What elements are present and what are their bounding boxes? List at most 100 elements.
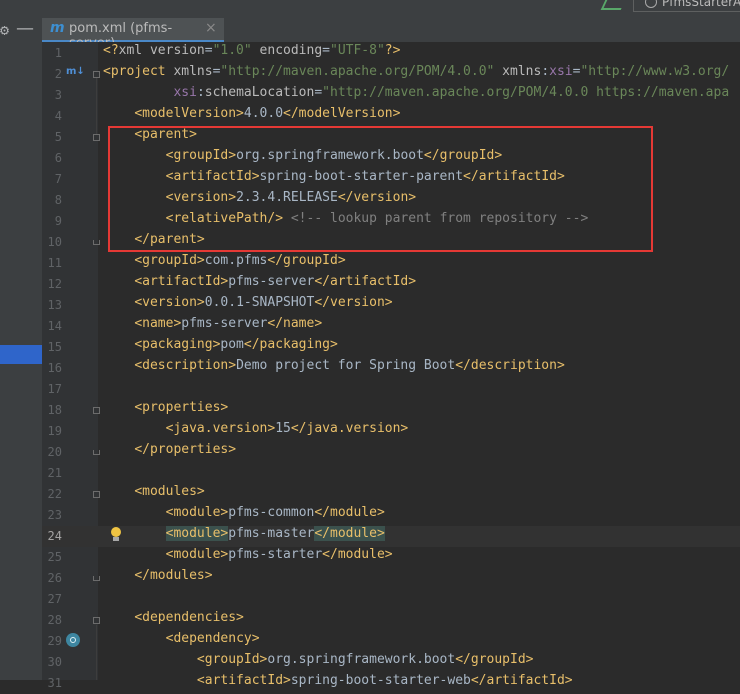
line-number[interactable]: 29 [42, 631, 62, 652]
code-line[interactable]: </modules> [103, 568, 213, 589]
code-line[interactable]: <description>Demo project for Spring Boo… [103, 358, 564, 379]
editor-tab-bar: PfmsStarterApplication ⚙ — m pom.xml (pf… [0, 0, 740, 51]
line-number[interactable]: 9 [42, 211, 62, 232]
code-line[interactable]: <groupId>com.pfms</groupId> [103, 253, 346, 274]
code-token: <java.version> [165, 421, 276, 436]
code-line[interactable]: <dependency> [103, 631, 260, 652]
line-number[interactable]: 15 [42, 337, 62, 358]
code-line[interactable]: <module>pfms-starter</module> [103, 547, 393, 568]
line-number[interactable]: 7 [42, 169, 62, 190]
project-panel-selected-row[interactable] [0, 345, 42, 364]
code-token: </version> [314, 295, 393, 310]
line-number[interactable]: 3 [42, 85, 62, 106]
spring-bean-icon[interactable] [66, 633, 80, 647]
code-line[interactable]: <module>pfms-master</module> [103, 526, 385, 547]
fold-marker-icon[interactable] [93, 407, 100, 414]
code-line[interactable]: <module>pfms-common</module> [103, 505, 385, 526]
code-token: pfms-master [228, 526, 315, 541]
code-line[interactable]: <?xml version="1.0" encoding="UTF-8"?> [103, 43, 400, 64]
code-token: </groupId> [455, 652, 534, 667]
line-number[interactable]: 17 [42, 379, 62, 400]
code-token: xmlns [494, 64, 542, 79]
code-line[interactable]: <java.version>15</java.version> [103, 421, 409, 442]
line-number[interactable]: 1 [42, 43, 62, 64]
line-number[interactable]: 21 [42, 463, 62, 484]
code-token: <description> [134, 358, 237, 373]
line-number[interactable]: 13 [42, 295, 62, 316]
line-number[interactable]: 8 [42, 190, 62, 211]
maven-navigate-icon[interactable]: m↓ [66, 66, 85, 80]
line-number[interactable]: 10 [42, 232, 62, 253]
code-token: <artifactId> [196, 673, 291, 688]
line-number[interactable]: 22 [42, 484, 62, 505]
search-icon[interactable] [600, 0, 626, 10]
fold-end-icon[interactable] [93, 240, 100, 245]
code-token: <module> [165, 547, 229, 562]
line-number[interactable]: 18 [42, 400, 62, 421]
line-number[interactable]: 2 [42, 64, 62, 85]
line-number[interactable]: 31 [42, 673, 62, 694]
code-line[interactable]: <groupId>org.springframework.boot</group… [103, 652, 534, 673]
line-number[interactable]: 24 [42, 526, 62, 547]
code-token: </module> [322, 547, 393, 562]
code-line[interactable]: <artifactId>spring-boot-starter-web</art… [103, 673, 573, 694]
code-token: </module> [314, 526, 385, 541]
indent-guide [96, 625, 97, 680]
code-line[interactable]: </properties> [103, 442, 236, 463]
tab-pom-xml[interactable]: m pom.xml (pfms-server) × [42, 18, 224, 51]
code-line[interactable]: <version>0.0.1-SNAPSHOT</version> [103, 295, 393, 316]
gear-icon[interactable]: ⚙ [0, 20, 14, 40]
code-token: : [541, 64, 550, 79]
fold-end-icon[interactable] [93, 576, 100, 581]
code-token: "http://maven.apache.org/POM/4.0.0 https… [322, 85, 730, 100]
line-number[interactable]: 26 [42, 568, 62, 589]
code-token: <version> [134, 295, 205, 310]
code-line[interactable]: <modelVersion>4.0.0</modelVersion> [103, 106, 400, 127]
line-number[interactable]: 4 [42, 106, 62, 127]
fold-marker-icon[interactable] [93, 71, 100, 78]
line-number[interactable]: 28 [42, 610, 62, 631]
line-number[interactable]: 30 [42, 652, 62, 673]
lightbulb-icon[interactable] [110, 527, 122, 543]
fold-end-icon[interactable] [93, 450, 100, 455]
code-token: </groupId> [267, 253, 346, 268]
code-token: "http://maven.apache.org/POM/4.0.0" [220, 64, 495, 79]
minus-icon[interactable]: — [16, 20, 36, 40]
line-number[interactable]: 12 [42, 274, 62, 295]
fold-marker-icon[interactable] [93, 617, 100, 624]
indent-guide [96, 78, 97, 134]
code-line[interactable]: <project xmlns="http://maven.apache.org/… [103, 64, 729, 85]
line-number[interactable]: 11 [42, 253, 62, 274]
run-config-label: PfmsStarterApplication [662, 0, 740, 9]
fold-marker-icon[interactable] [93, 134, 100, 141]
line-number[interactable]: 5 [42, 127, 62, 148]
code-line[interactable]: <modules> [103, 484, 204, 505]
code-token: </modules> [134, 568, 213, 583]
line-number[interactable]: 6 [42, 148, 62, 169]
run-configuration-selector[interactable]: PfmsStarterApplication [633, 0, 740, 12]
line-number[interactable]: 23 [42, 505, 62, 526]
tab-title: pom.xml (pfms-server) [69, 21, 173, 51]
line-number[interactable]: 16 [42, 358, 62, 379]
code-token: <module> [165, 526, 229, 541]
line-number[interactable]: 19 [42, 421, 62, 442]
line-number[interactable]: 27 [42, 589, 62, 610]
close-icon[interactable]: × [205, 20, 219, 38]
code-line[interactable]: <artifactId>pfms-server</artifactId> [103, 274, 416, 295]
line-number[interactable]: 14 [42, 316, 62, 337]
line-number[interactable]: 20 [42, 442, 62, 463]
code-line[interactable]: <packaging>pom</packaging> [103, 337, 338, 358]
code-line[interactable]: <dependencies> [103, 610, 244, 631]
code-token: pfms-common [228, 505, 315, 520]
code-line[interactable]: <properties> [103, 400, 228, 421]
code-line[interactable]: xsi:schemaLocation="http://maven.apache.… [103, 85, 729, 106]
code-line[interactable]: <name>pfms-server</name> [103, 316, 322, 337]
line-number[interactable]: 25 [42, 547, 62, 568]
fold-marker-icon[interactable] [93, 491, 100, 498]
